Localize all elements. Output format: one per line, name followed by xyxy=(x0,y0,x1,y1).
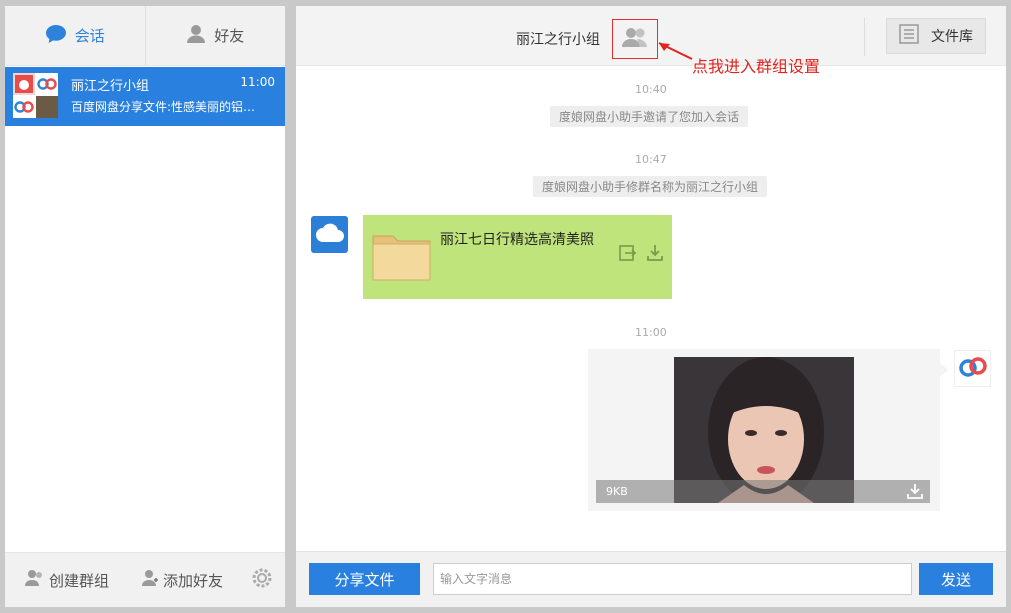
file-message[interactable]: 丽江七日行精选高清美照 xyxy=(363,215,672,299)
share-file-button[interactable]: 分享文件 xyxy=(309,563,420,595)
message-composer: 分享文件 发送 xyxy=(296,551,1006,607)
system-message: 度娘网盘小助手邀请了您加入会话 xyxy=(550,106,749,127)
message-input[interactable] xyxy=(433,563,912,595)
member-avatar xyxy=(13,73,35,95)
create-group-label: 创建群组 xyxy=(49,571,110,590)
baidu-cloud-logo-icon xyxy=(958,355,988,383)
system-message: 度娘网盘小助手修群名称为丽江之行小组 xyxy=(533,176,768,197)
conversation-name: 丽江之行小组 xyxy=(71,79,150,94)
tab-friends-label: 好友 xyxy=(214,27,245,45)
conversation-time: 11:00 xyxy=(240,75,275,89)
file-library-button[interactable]: 文件库 xyxy=(886,18,986,54)
send-button[interactable]: 发送 xyxy=(919,563,993,595)
image-size: 9KB xyxy=(606,485,628,498)
group-add-icon xyxy=(25,569,45,591)
assistant-avatar[interactable] xyxy=(311,216,348,253)
sidebar: 会话 好友 丽江之行小组 11:00 百度网盘分享文件:性感美丽的铝… 创建群组… xyxy=(5,6,285,607)
add-friend-button[interactable]: 添加好友 xyxy=(141,569,223,591)
add-friend-label: 添加好友 xyxy=(163,571,224,590)
timestamp: 10:47 xyxy=(635,153,667,166)
my-avatar[interactable] xyxy=(954,350,991,387)
folder-icon xyxy=(371,228,433,286)
chat-header: 丽江之行小组 点我进入群组设置 文件库 xyxy=(296,6,1006,76)
file-library-label: 文件库 xyxy=(931,29,973,45)
tab-conversations[interactable]: 会话 xyxy=(5,6,145,65)
person-add-icon xyxy=(141,569,159,591)
forward-button[interactable] xyxy=(618,245,638,265)
group-avatar xyxy=(13,73,58,118)
person-icon xyxy=(186,24,206,48)
red-arrow-icon xyxy=(658,42,693,60)
member-avatar xyxy=(36,96,58,118)
settings-button[interactable] xyxy=(251,567,273,593)
baidu-cloud-logo-icon xyxy=(36,73,58,95)
tab-conversations-label: 会话 xyxy=(74,27,105,45)
document-icon xyxy=(899,24,919,48)
group-title: 丽江之行小组 xyxy=(516,32,600,48)
forward-icon xyxy=(619,245,637,265)
gear-icon xyxy=(251,567,273,593)
bubble-tail xyxy=(940,363,948,377)
image-info-bar: 9KB xyxy=(596,480,930,503)
header-divider xyxy=(864,18,865,56)
baidu-cloud-logo-icon xyxy=(13,96,35,118)
tab-friends[interactable]: 好友 xyxy=(144,6,286,65)
conversation-item[interactable]: 丽江之行小组 11:00 百度网盘分享文件:性感美丽的铝… xyxy=(5,67,285,126)
chat-bubble-icon xyxy=(45,24,67,48)
chat-panel: 丽江之行小组 点我进入群组设置 文件库 10:40 度娘网盘小助手邀请了您加入会… xyxy=(296,6,1006,607)
sidebar-tabs: 会话 好友 xyxy=(5,6,285,66)
file-title: 丽江七日行精选高清美照 xyxy=(440,232,594,248)
create-group-button[interactable]: 创建群组 xyxy=(25,569,109,591)
image-message[interactable]: 9KB xyxy=(588,349,948,511)
cloud-icon xyxy=(315,222,345,248)
group-settings-button[interactable] xyxy=(612,19,658,59)
conversation-preview: 百度网盘分享文件:性感美丽的铝… xyxy=(71,100,256,114)
download-icon[interactable] xyxy=(906,483,924,504)
timestamp: 10:40 xyxy=(635,83,667,96)
settings-hint: 点我进入群组设置 xyxy=(692,57,821,76)
download-button[interactable] xyxy=(645,245,665,265)
timestamp: 11:00 xyxy=(635,326,667,339)
download-icon xyxy=(646,244,664,266)
group-members-icon xyxy=(621,26,649,52)
sidebar-footer: 创建群组 添加好友 xyxy=(5,552,285,607)
